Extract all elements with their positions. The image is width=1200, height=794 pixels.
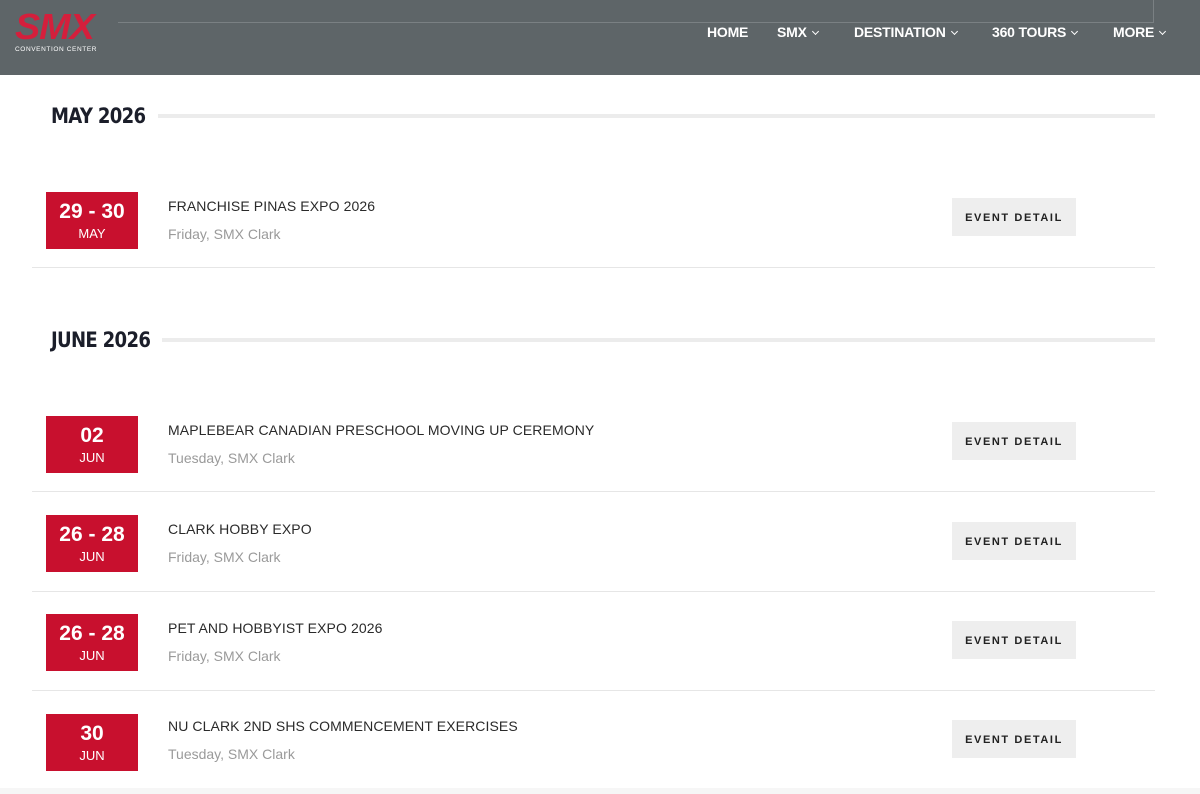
- header-divider-end: [1153, 0, 1154, 23]
- month-divider: [162, 338, 1155, 342]
- event-row: 02 JUN MAPLEBEAR CANADIAN PRESCHOOL MOVI…: [32, 392, 1155, 492]
- event-subtitle: Friday, SMX Clark: [168, 226, 281, 242]
- date-month: JUN: [79, 648, 105, 663]
- chevron-down-icon: [950, 27, 958, 36]
- date-days: 30: [80, 722, 104, 745]
- month-heading-may: MAY 2026: [51, 104, 146, 128]
- date-days: 26 - 28: [59, 523, 125, 546]
- page-bottom-divider: [0, 788, 1200, 794]
- logo-subtext: CONVENTION CENTER: [15, 46, 98, 53]
- smx-logo[interactable]: SMX CONVENTION CENTER: [15, 9, 115, 54]
- nav-smx-label: SMX: [777, 24, 807, 40]
- date-month: MAY: [78, 226, 106, 241]
- month-heading-june: JUNE 2026: [51, 328, 151, 352]
- date-badge: 30 JUN: [46, 714, 138, 771]
- event-detail-button[interactable]: EVENT DETAIL: [952, 198, 1076, 236]
- date-month: JUN: [79, 549, 105, 564]
- event-row: 29 - 30 MAY FRANCHISE PINAS EXPO 2026 Fr…: [32, 168, 1155, 268]
- nav-360-tours-label: 360 TOURS: [992, 24, 1067, 40]
- nav-more-label: MORE: [1113, 24, 1155, 40]
- nav-destination-label: DESTINATION: [854, 24, 946, 40]
- event-title[interactable]: PET AND HOBBYIST EXPO 2026: [168, 620, 383, 636]
- site-header: SMX CONVENTION CENTER HOME SMX DESTINATI…: [0, 0, 1200, 75]
- date-month: JUN: [79, 450, 105, 465]
- event-detail-button[interactable]: EVENT DETAIL: [952, 522, 1076, 560]
- event-title[interactable]: FRANCHISE PINAS EXPO 2026: [168, 198, 375, 214]
- event-row: 26 - 28 JUN PET AND HOBBYIST EXPO 2026 F…: [32, 591, 1155, 691]
- event-detail-button[interactable]: EVENT DETAIL: [952, 720, 1076, 758]
- logo-text: SMX: [15, 6, 95, 47]
- event-subtitle: Friday, SMX Clark: [168, 648, 281, 664]
- nav-home-label: HOME: [707, 24, 749, 40]
- chevron-down-icon: [1159, 27, 1167, 36]
- date-days: 02: [80, 424, 104, 447]
- nav-home[interactable]: HOME: [707, 24, 748, 40]
- month-divider: [158, 114, 1155, 118]
- date-days: 26 - 28: [59, 622, 125, 645]
- event-subtitle: Tuesday, SMX Clark: [168, 450, 295, 466]
- date-days: 29 - 30: [59, 200, 125, 223]
- event-row: 26 - 28 JUN CLARK HOBBY EXPO Friday, SMX…: [32, 492, 1155, 592]
- nav-more[interactable]: MORE: [1113, 24, 1167, 40]
- nav-smx[interactable]: SMX: [777, 24, 819, 40]
- event-detail-button[interactable]: EVENT DETAIL: [952, 422, 1076, 460]
- date-badge: 02 JUN: [46, 416, 138, 473]
- chevron-down-icon: [811, 27, 819, 36]
- date-badge: 29 - 30 MAY: [46, 192, 138, 249]
- event-subtitle: Friday, SMX Clark: [168, 549, 281, 565]
- event-subtitle: Tuesday, SMX Clark: [168, 746, 295, 762]
- event-title[interactable]: CLARK HOBBY EXPO: [168, 521, 312, 537]
- date-badge: 26 - 28 JUN: [46, 515, 138, 572]
- nav-destination[interactable]: DESTINATION: [854, 24, 958, 40]
- event-title[interactable]: MAPLEBEAR CANADIAN PRESCHOOL MOVING UP C…: [168, 422, 594, 438]
- date-month: JUN: [79, 748, 105, 763]
- event-detail-button[interactable]: EVENT DETAIL: [952, 621, 1076, 659]
- header-divider: [118, 22, 1154, 23]
- event-row: 30 JUN NU CLARK 2ND SHS COMMENCEMENT EXE…: [32, 690, 1155, 789]
- chevron-down-icon: [1071, 27, 1079, 36]
- nav-360-tours[interactable]: 360 TOURS: [992, 24, 1079, 40]
- event-title[interactable]: NU CLARK 2ND SHS COMMENCEMENT EXERCISES: [168, 718, 518, 734]
- date-badge: 26 - 28 JUN: [46, 614, 138, 671]
